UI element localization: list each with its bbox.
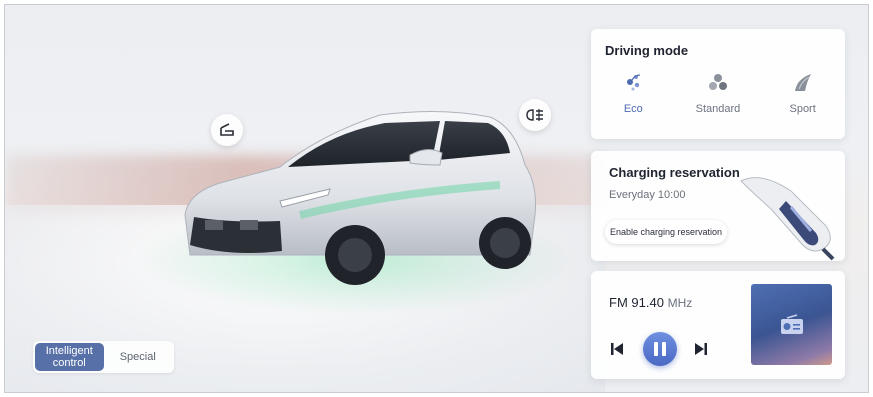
radio-card: FM 91.40 MHz xyxy=(591,271,845,379)
drive-mode-eco[interactable]: Eco xyxy=(598,71,668,115)
radio-artwork xyxy=(751,284,832,365)
drive-mode-sport-label: Sport xyxy=(789,103,816,115)
skip-next-icon xyxy=(695,343,707,355)
previous-track-button[interactable] xyxy=(609,341,625,357)
radio-band: FM xyxy=(609,295,628,310)
drive-mode-eco-label: Eco xyxy=(623,103,643,115)
front-trunk-hotspot[interactable] xyxy=(211,114,243,146)
standard-drop-icon xyxy=(708,74,727,90)
enable-charging-button[interactable]: Enable charging reservation xyxy=(605,220,727,244)
charging-title: Charging reservation xyxy=(609,165,740,180)
intelligent-control-tab[interactable]: Intelligent control xyxy=(35,343,104,371)
radio-icon xyxy=(780,313,803,334)
driving-mode-title: Driving mode xyxy=(605,43,689,58)
sport-wing-icon xyxy=(794,74,811,91)
drive-mode-standard-label: Standard xyxy=(695,103,741,115)
play-pause-button[interactable] xyxy=(643,332,677,366)
headlight-hotspot[interactable] xyxy=(519,99,551,131)
charging-schedule: Everyday 10:00 xyxy=(609,189,686,201)
next-track-button[interactable] xyxy=(693,341,709,357)
eco-leaf-icon xyxy=(627,74,641,91)
charging-reservation-card: Charging reservation Everyday 10:00 Enab… xyxy=(591,151,845,261)
headlight-icon xyxy=(526,109,543,121)
skip-previous-icon xyxy=(611,343,623,355)
drive-mode-sport[interactable]: Sport xyxy=(768,71,838,115)
control-mode-toggle: Intelligent control Special xyxy=(33,341,174,373)
pause-icon xyxy=(654,342,666,356)
radio-frequency-value: 91.40 xyxy=(631,295,664,310)
special-tab[interactable]: Special xyxy=(104,343,173,371)
vehicle-dashboard-screen: Intelligent control Special Driving mode… xyxy=(4,4,869,393)
charging-plug-icon xyxy=(740,177,835,261)
trunk-open-icon xyxy=(220,123,234,136)
driving-mode-card: Driving mode Eco Standard Sport xyxy=(591,29,845,139)
drive-mode-standard[interactable]: Standard xyxy=(683,71,753,115)
radio-frequency: FM 91.40 MHz xyxy=(609,295,692,310)
radio-frequency-unit: MHz xyxy=(667,296,693,310)
